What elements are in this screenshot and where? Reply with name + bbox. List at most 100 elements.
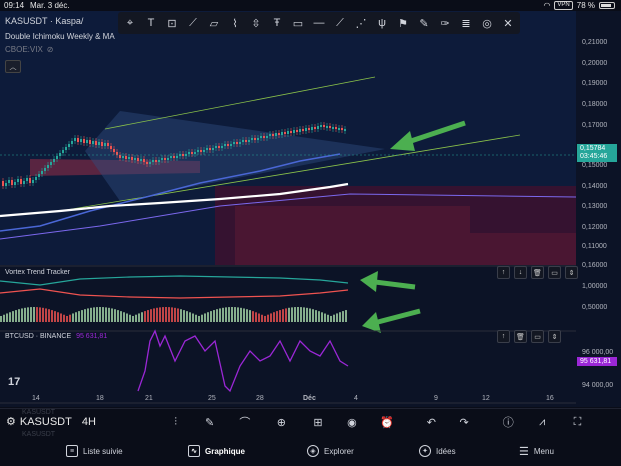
histogram-bar xyxy=(72,313,74,322)
brush-icon[interactable]: ✎ xyxy=(415,14,433,32)
price-range-icon[interactable]: ⇳ xyxy=(247,14,265,32)
cursor-icon[interactable]: ⌖ xyxy=(121,14,139,32)
candle xyxy=(287,131,289,134)
pen-icon[interactable]: ✑ xyxy=(436,14,454,32)
alert-icon[interactable]: ⏰ xyxy=(379,414,395,430)
info-icon[interactable]: ⓘ xyxy=(500,414,516,430)
tab-chart[interactable]: ∿ Graphique xyxy=(188,445,245,457)
indicators-icon[interactable]: ⫶ xyxy=(168,414,184,430)
candle xyxy=(47,165,49,168)
collapse-legend-button[interactable]: ︿ xyxy=(5,60,21,73)
move-down-button[interactable]: ↓ xyxy=(514,266,527,279)
indicator-vix[interactable]: CBOE:VIX ⊘ xyxy=(5,45,54,54)
histogram-bar xyxy=(114,309,116,322)
candle xyxy=(146,162,148,164)
parallelogram-icon[interactable]: ▱ xyxy=(205,14,223,32)
histogram-bar xyxy=(240,307,242,322)
redo-icon[interactable]: ↷ xyxy=(456,414,472,430)
candle xyxy=(215,146,217,148)
vortex-pane-title[interactable]: Vortex Trend Tracker xyxy=(5,269,70,276)
candle xyxy=(278,133,280,135)
histogram-bar xyxy=(165,307,167,322)
candle xyxy=(308,128,310,130)
candle xyxy=(242,140,244,142)
draw-icon[interactable]: ✎ xyxy=(202,414,218,430)
chart-svg[interactable]: 17 xyxy=(0,11,576,407)
date-range-icon[interactable]: ⊡ xyxy=(163,14,181,32)
time-axis-label: 28 xyxy=(256,395,264,402)
interval-label[interactable]: 4H xyxy=(82,416,96,428)
trading-app: 09:14 Mar. 3 déc. ◠ VPN 78 % 17 ⌖ T ⊡ ⟋ … xyxy=(0,0,621,466)
brush-icon[interactable]: ⌒ xyxy=(237,414,253,430)
add-icon[interactable]: ⊕ xyxy=(273,414,289,430)
tab-ideas[interactable]: ✦ Idées xyxy=(419,445,456,457)
histogram-bar xyxy=(318,311,320,322)
tradingview-logo: 17 xyxy=(8,376,20,388)
trend-line-icon[interactable]: ⟋ xyxy=(184,14,202,32)
indicator-main-title[interactable]: Double Ichimoku Weekly & MA xyxy=(5,32,115,41)
ray-icon[interactable]: ⟋ xyxy=(331,14,349,32)
histogram-bar xyxy=(24,307,26,322)
horizontal-line-icon[interactable]: — xyxy=(310,14,328,32)
fullscreen-icon[interactable]: ⛶ xyxy=(570,414,586,430)
histogram-bar xyxy=(231,307,233,322)
circle-icon[interactable]: ◎ xyxy=(478,14,496,32)
candle xyxy=(275,133,277,136)
fan-icon[interactable]: ⋰ xyxy=(352,14,370,32)
candle xyxy=(2,181,4,186)
eye-slash-icon[interactable]: ⊘ xyxy=(47,45,54,54)
histogram-bar xyxy=(120,311,122,322)
collapse-pane-button[interactable]: ⇕ xyxy=(565,266,578,279)
time-axis[interactable]: 14 18 21 25 28 Déc 4 9 12 16 xyxy=(0,392,576,406)
maximize-pane-button[interactable]: ▭ xyxy=(531,330,544,343)
pitchfork-icon[interactable]: ψ xyxy=(373,14,391,32)
chart-canvas[interactable]: 17 xyxy=(0,11,621,407)
candle xyxy=(305,128,307,131)
text-icon[interactable]: T xyxy=(142,14,160,32)
candle xyxy=(65,147,67,150)
histogram-bar xyxy=(186,311,188,322)
candle xyxy=(35,177,37,180)
maximize-pane-button[interactable]: ▭ xyxy=(548,266,561,279)
move-up-button[interactable]: ↑ xyxy=(497,330,510,343)
time-axis-label: 18 xyxy=(96,395,104,402)
histogram-bar xyxy=(111,308,113,322)
undo-icon[interactable]: ↶ xyxy=(423,414,439,430)
histogram-bar xyxy=(87,308,89,322)
symbol-title[interactable]: KASUSDT · Kaspa/ xyxy=(5,16,83,26)
histogram-bar xyxy=(195,314,197,322)
flag-icon[interactable]: ⚑ xyxy=(394,14,412,32)
cross-icon[interactable]: ✕ xyxy=(499,14,517,32)
collapse-pane-button[interactable]: ⇕ xyxy=(548,330,561,343)
t-text-icon[interactable]: Ŧ xyxy=(268,14,286,32)
fib-icon[interactable]: ≣ xyxy=(457,14,475,32)
histogram-bar xyxy=(339,312,341,322)
candle xyxy=(44,168,46,171)
note-icon[interactable]: ▭ xyxy=(289,14,307,32)
delete-pane-button[interactable]: 🗑 xyxy=(531,266,544,279)
tab-explore[interactable]: ◈ Explorer xyxy=(307,445,354,457)
tab-label: Idées xyxy=(436,446,456,456)
tab-watchlist[interactable]: ≡ Liste suivie xyxy=(66,445,123,457)
symbol-selector[interactable]: ⚙ KASUSDT 4H xyxy=(6,415,96,429)
histogram-bar xyxy=(39,307,41,322)
candle xyxy=(140,159,142,161)
histogram-bar xyxy=(228,307,230,322)
candle xyxy=(161,158,163,160)
layout-icon[interactable]: ⊞ xyxy=(310,414,326,430)
tab-menu[interactable]: ☰ Menu xyxy=(519,445,554,458)
vortex-pane-controls: ↑ ↓ 🗑 ▭ ⇕ xyxy=(497,266,578,279)
candle xyxy=(284,132,286,134)
candle xyxy=(26,178,28,181)
delete-pane-button[interactable]: 🗑 xyxy=(514,330,527,343)
histogram-bar xyxy=(333,314,335,322)
btc-pane-title[interactable]: BTCUSD · BINANCE 95 631,81 xyxy=(5,333,107,340)
histogram-bar xyxy=(51,310,53,322)
screenshot-icon[interactable]: ◉ xyxy=(344,414,360,430)
move-up-button[interactable]: ↑ xyxy=(497,266,510,279)
candle xyxy=(266,136,268,138)
histogram-bar xyxy=(246,309,248,322)
histogram-bar xyxy=(99,307,101,322)
path-icon[interactable]: ⌇ xyxy=(226,14,244,32)
chart-type-icon[interactable]: ⩘ xyxy=(534,414,550,430)
